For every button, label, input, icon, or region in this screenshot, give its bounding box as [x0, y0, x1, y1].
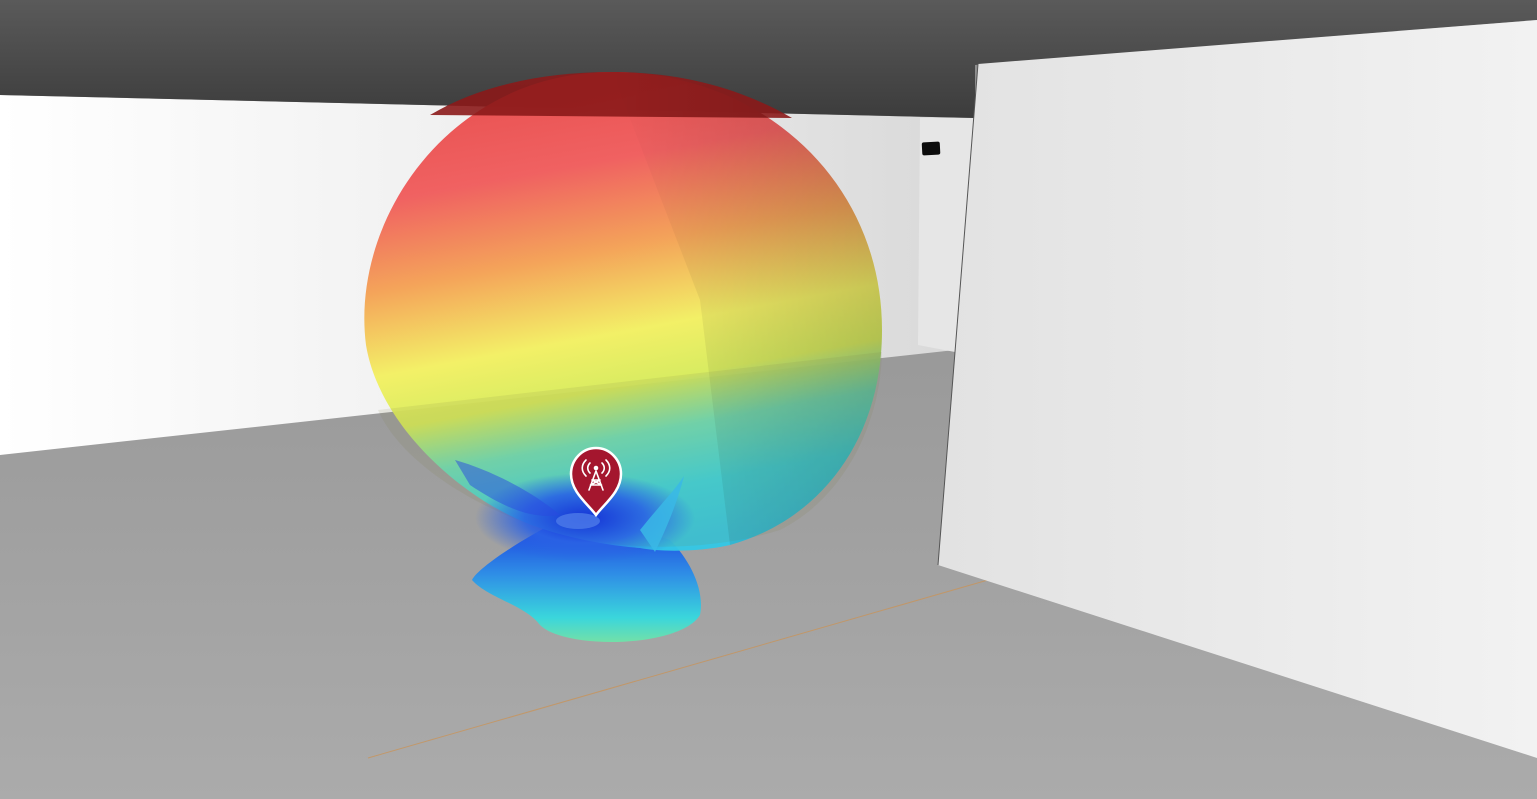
wall-device-icon[interactable] [921, 141, 941, 156]
3d-viewport[interactable] [0, 0, 1537, 799]
radiation-feed-point [556, 513, 600, 529]
